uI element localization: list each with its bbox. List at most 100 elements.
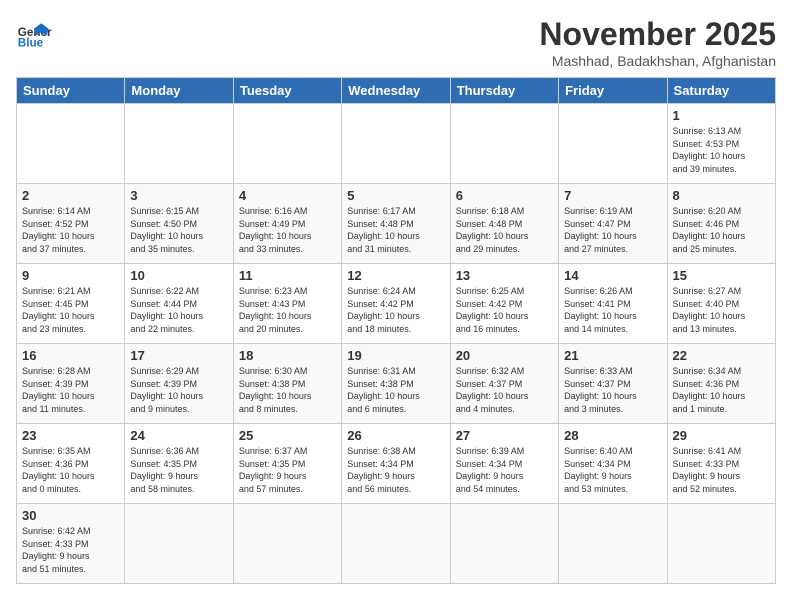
day-info: Sunrise: 6:24 AM Sunset: 4:42 PM Dayligh… [347,285,444,335]
calendar-cell [342,504,450,584]
day-info: Sunrise: 6:20 AM Sunset: 4:46 PM Dayligh… [673,205,770,255]
calendar-cell: 21 Sunrise: 6:33 AM Sunset: 4:37 PM Dayli… [559,344,667,424]
calendar-cell: 23Sunrise: 6:35 AM Sunset: 4:36 PM Dayli… [17,424,125,504]
day-info: Sunrise: 6:37 AM Sunset: 4:35 PM Dayligh… [239,445,336,495]
calendar-cell: 9Sunrise: 6:21 AM Sunset: 4:45 PM Daylig… [17,264,125,344]
day-info: Sunrise: 6:14 AM Sunset: 4:52 PM Dayligh… [22,205,119,255]
day-info: Sunrise: 6:31 AM Sunset: 4:38 PM Dayligh… [347,365,444,415]
calendar-cell: 16 Sunrise: 6:28 AM Sunset: 4:39 PM Dayli… [17,344,125,424]
calendar-cell: 15Sunrise: 6:27 AM Sunset: 4:40 PM Dayli… [667,264,775,344]
calendar-cell: 11Sunrise: 6:23 AM Sunset: 4:43 PM Dayli… [233,264,341,344]
day-number: 30 [22,508,119,523]
calendar-cell [559,504,667,584]
calendar-cell: 20 Sunrise: 6:32 AM Sunset: 4:37 PM Dayli… [450,344,558,424]
day-number: 16 [22,348,119,363]
day-number: 2 [22,188,119,203]
calendar-week-row: 30Sunrise: 6:42 AM Sunset: 4:33 PM Dayli… [17,504,776,584]
calendar-cell: 22 Sunrise: 6:34 AM Sunset: 4:36 PM Dayli… [667,344,775,424]
page-header: General Blue November 2025 Mashhad, Bada… [16,16,776,69]
calendar-week-row: 1Sunrise: 6:13 AM Sunset: 4:53 PM Daylig… [17,104,776,184]
day-number: 5 [347,188,444,203]
weekday-header-thursday: Thursday [450,78,558,104]
day-info: Sunrise: 6:29 AM Sunset: 4:39 PM Dayligh… [130,365,227,415]
calendar-week-row: 2 Sunrise: 6:14 AM Sunset: 4:52 PM Daylig… [17,184,776,264]
day-info: Sunrise: 6:23 AM Sunset: 4:43 PM Dayligh… [239,285,336,335]
calendar-cell [125,504,233,584]
day-number: 7 [564,188,661,203]
day-number: 9 [22,268,119,283]
weekday-header-tuesday: Tuesday [233,78,341,104]
day-info: Sunrise: 6:17 AM Sunset: 4:48 PM Dayligh… [347,205,444,255]
calendar-cell: 6Sunrise: 6:18 AM Sunset: 4:48 PM Daylig… [450,184,558,264]
calendar-cell [125,104,233,184]
weekday-header-monday: Monday [125,78,233,104]
calendar-cell: 17 Sunrise: 6:29 AM Sunset: 4:39 PM Dayli… [125,344,233,424]
day-number: 18 [239,348,336,363]
logo: General Blue [16,16,52,52]
calendar-cell: 30Sunrise: 6:42 AM Sunset: 4:33 PM Dayli… [17,504,125,584]
calendar-cell [233,504,341,584]
day-info: Sunrise: 6:39 AM Sunset: 4:34 PM Dayligh… [456,445,553,495]
svg-text:Blue: Blue [18,37,44,50]
day-number: 22 [673,348,770,363]
day-number: 4 [239,188,336,203]
day-number: 28 [564,428,661,443]
calendar-cell: 7Sunrise: 6:19 AM Sunset: 4:47 PM Daylig… [559,184,667,264]
day-number: 20 [456,348,553,363]
title-block: November 2025 Mashhad, Badakhshan, Afgha… [539,16,776,69]
day-number: 14 [564,268,661,283]
day-info: Sunrise: 6:25 AM Sunset: 4:42 PM Dayligh… [456,285,553,335]
weekday-header-sunday: Sunday [17,78,125,104]
calendar-cell: 28 Sunrise: 6:40 AM Sunset: 4:34 PM Dayli… [559,424,667,504]
calendar-cell [17,104,125,184]
calendar-cell: 18 Sunrise: 6:30 AM Sunset: 4:38 PM Dayli… [233,344,341,424]
day-number: 25 [239,428,336,443]
day-info: Sunrise: 6:16 AM Sunset: 4:49 PM Dayligh… [239,205,336,255]
day-number: 26 [347,428,444,443]
day-info: Sunrise: 6:28 AM Sunset: 4:39 PM Dayligh… [22,365,119,415]
calendar-cell: 26 Sunrise: 6:38 AM Sunset: 4:34 PM Dayli… [342,424,450,504]
day-number: 13 [456,268,553,283]
day-info: Sunrise: 6:15 AM Sunset: 4:50 PM Dayligh… [130,205,227,255]
day-number: 17 [130,348,227,363]
calendar-cell: 10Sunrise: 6:22 AM Sunset: 4:44 PM Dayli… [125,264,233,344]
day-number: 19 [347,348,444,363]
calendar-cell: 29 Sunrise: 6:41 AM Sunset: 4:33 PM Dayli… [667,424,775,504]
calendar-cell: 4 Sunrise: 6:16 AM Sunset: 4:49 PM Daylig… [233,184,341,264]
day-number: 27 [456,428,553,443]
day-number: 29 [673,428,770,443]
calendar-cell: 14 Sunrise: 6:26 AM Sunset: 4:41 PM Dayli… [559,264,667,344]
calendar-cell [342,104,450,184]
calendar-cell: 25 Sunrise: 6:37 AM Sunset: 4:35 PM Dayli… [233,424,341,504]
month-title: November 2025 [539,16,776,53]
day-number: 23 [22,428,119,443]
day-number: 15 [673,268,770,283]
day-info: Sunrise: 6:40 AM Sunset: 4:34 PM Dayligh… [564,445,661,495]
day-info: Sunrise: 6:41 AM Sunset: 4:33 PM Dayligh… [673,445,770,495]
calendar-cell: 13 Sunrise: 6:25 AM Sunset: 4:42 PM Dayli… [450,264,558,344]
calendar-cell [450,504,558,584]
calendar-week-row: 9Sunrise: 6:21 AM Sunset: 4:45 PM Daylig… [17,264,776,344]
day-number: 12 [347,268,444,283]
calendar-cell: 8Sunrise: 6:20 AM Sunset: 4:46 PM Daylig… [667,184,775,264]
day-info: Sunrise: 6:32 AM Sunset: 4:37 PM Dayligh… [456,365,553,415]
day-number: 21 [564,348,661,363]
day-number: 3 [130,188,227,203]
calendar-cell [559,104,667,184]
day-info: Sunrise: 6:33 AM Sunset: 4:37 PM Dayligh… [564,365,661,415]
day-info: Sunrise: 6:30 AM Sunset: 4:38 PM Dayligh… [239,365,336,415]
day-number: 24 [130,428,227,443]
day-number: 10 [130,268,227,283]
day-number: 6 [456,188,553,203]
day-info: Sunrise: 6:26 AM Sunset: 4:41 PM Dayligh… [564,285,661,335]
calendar-cell: 2 Sunrise: 6:14 AM Sunset: 4:52 PM Daylig… [17,184,125,264]
calendar-cell [450,104,558,184]
day-info: Sunrise: 6:34 AM Sunset: 4:36 PM Dayligh… [673,365,770,415]
calendar-cell: 3 Sunrise: 6:15 AM Sunset: 4:50 PM Daylig… [125,184,233,264]
calendar-cell: 27 Sunrise: 6:39 AM Sunset: 4:34 PM Dayli… [450,424,558,504]
day-info: Sunrise: 6:38 AM Sunset: 4:34 PM Dayligh… [347,445,444,495]
calendar-table: SundayMondayTuesdayWednesdayThursdayFrid… [16,77,776,584]
day-info: Sunrise: 6:36 AM Sunset: 4:35 PM Dayligh… [130,445,227,495]
calendar-cell [233,104,341,184]
calendar-cell: 1Sunrise: 6:13 AM Sunset: 4:53 PM Daylig… [667,104,775,184]
